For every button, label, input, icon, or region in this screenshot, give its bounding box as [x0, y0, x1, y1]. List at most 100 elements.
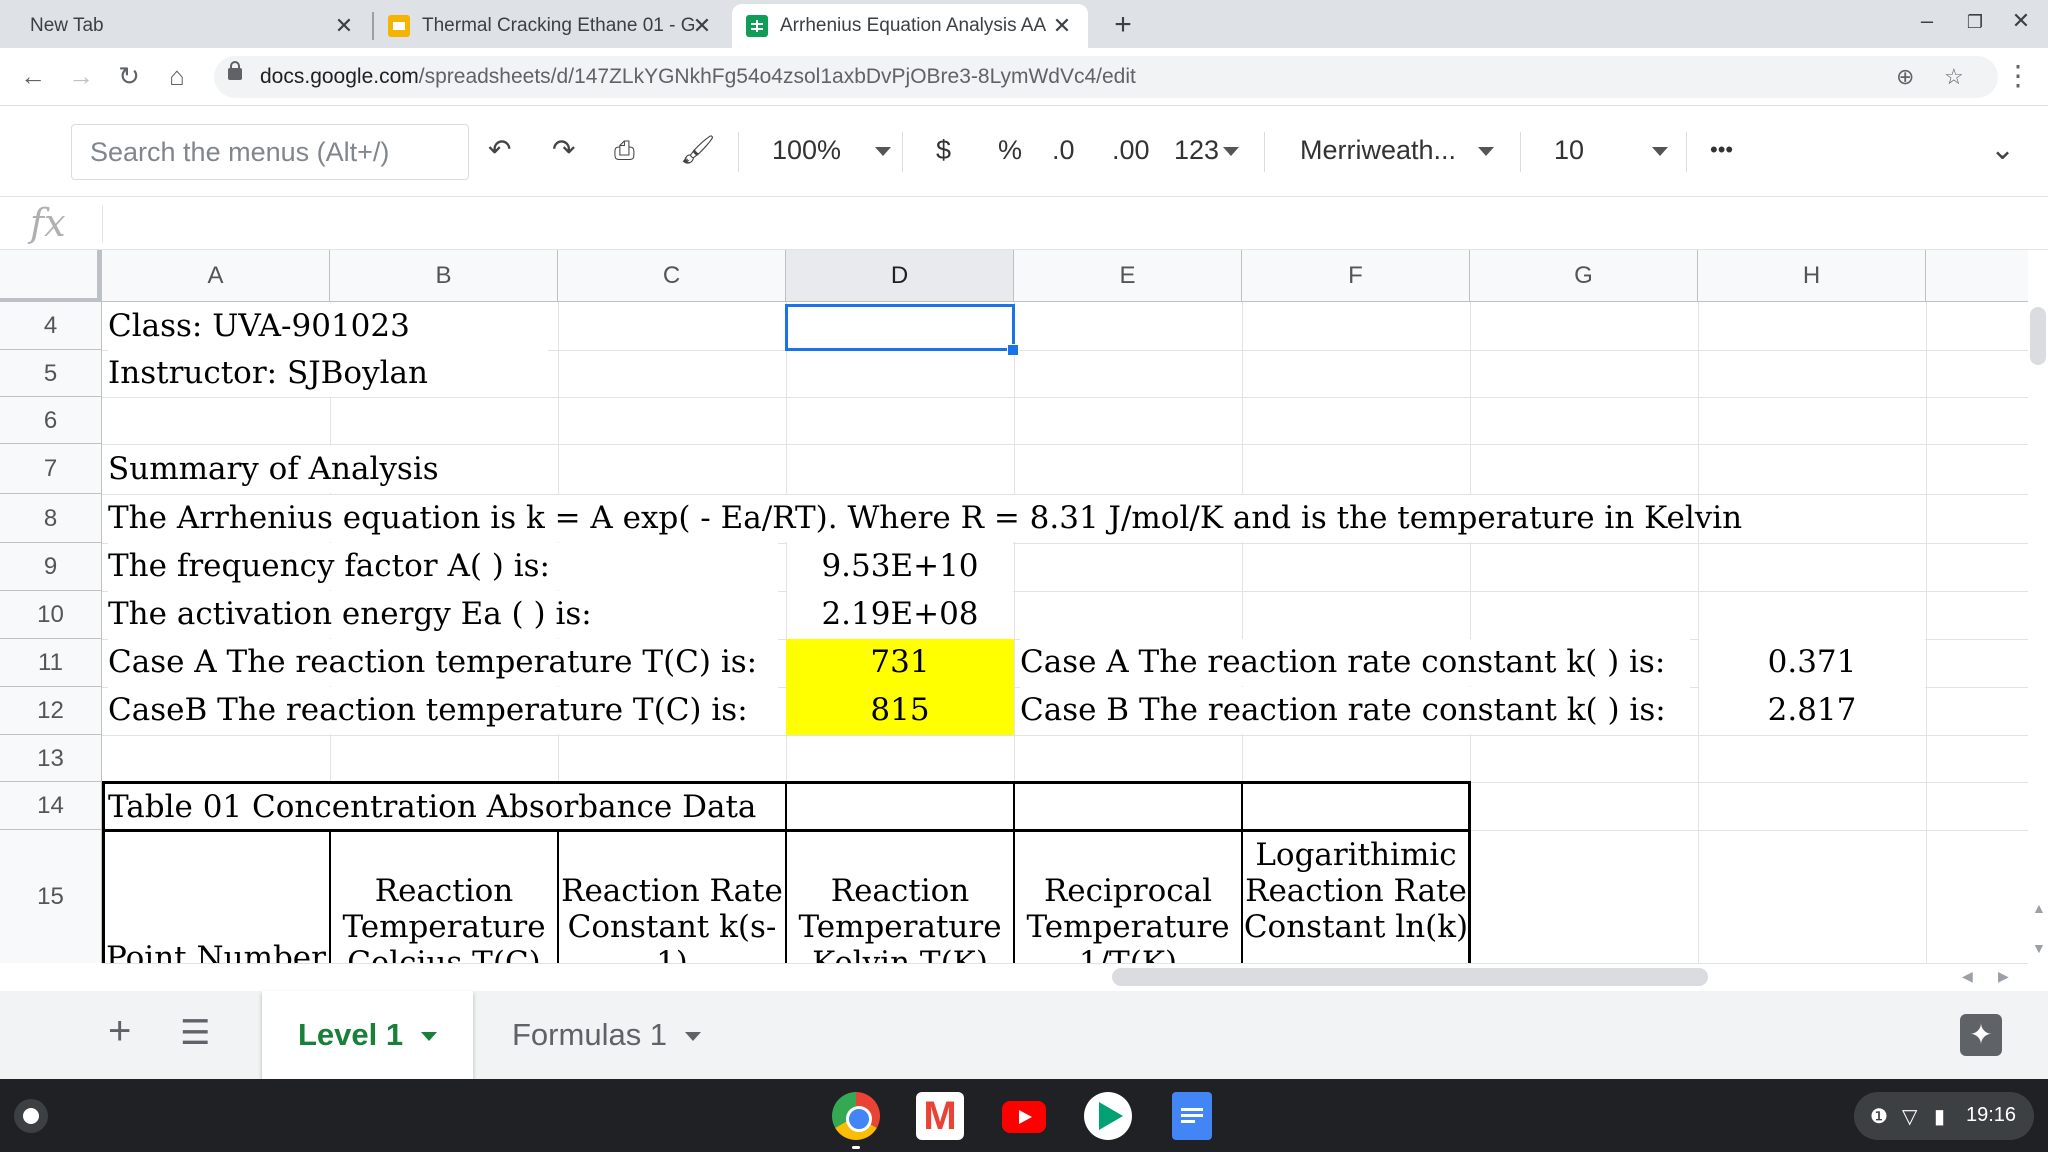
menu-search-input[interactable]: Search the menus (Alt+/): [71, 124, 469, 180]
new-tab-button[interactable]: +: [1108, 8, 1138, 42]
back-icon[interactable]: ←: [18, 61, 48, 91]
cell-d9[interactable]: 9.53E+10: [787, 543, 1013, 590]
more-formats-select[interactable]: 123: [1174, 134, 1240, 166]
home-icon[interactable]: ⌂: [162, 61, 192, 91]
close-icon[interactable]: ✕: [690, 14, 714, 38]
column-header-d[interactable]: D: [786, 250, 1014, 302]
add-sheet-button[interactable]: +: [108, 1009, 131, 1054]
row-header-7[interactable]: 7: [0, 444, 102, 494]
reload-icon[interactable]: ↻: [114, 61, 144, 91]
cell-d11[interactable]: 731: [786, 639, 1014, 687]
scroll-up-icon[interactable]: ▲: [2032, 900, 2046, 916]
undo-icon[interactable]: ↶: [488, 132, 511, 168]
gmail-icon[interactable]: [916, 1092, 964, 1140]
more-toolbar-button[interactable]: •••: [1710, 134, 1733, 166]
tab-thermal-cracking[interactable]: Thermal Cracking Ethane 01 - Go ✕: [376, 4, 728, 48]
cell-a4[interactable]: Class: UVA-901023: [108, 303, 548, 350]
table-header-temp-celcius[interactable]: Reaction Temperature Celcius T(C): [330, 873, 558, 963]
docs-icon[interactable]: [1172, 1092, 1212, 1140]
row-header-13[interactable]: 13: [0, 735, 102, 782]
sheet-tab-formulas-1[interactable]: Formulas 1: [476, 991, 737, 1079]
column-header-g[interactable]: G: [1470, 250, 1698, 302]
redo-icon[interactable]: ↷: [552, 132, 575, 168]
close-window-icon[interactable]: ✕: [2006, 8, 2036, 34]
scroll-down-icon[interactable]: ▼: [2032, 940, 2046, 956]
cell-h12[interactable]: 2.817: [1699, 687, 1925, 734]
increase-decimal-button[interactable]: .00: [1112, 134, 1150, 166]
close-icon[interactable]: ✕: [332, 14, 356, 38]
tab-new-tab[interactable]: New Tab ✕: [0, 4, 370, 48]
cell-d12[interactable]: 815: [786, 687, 1014, 735]
sheet-tab-level-1[interactable]: Level 1: [262, 991, 474, 1079]
active-cell-selection[interactable]: [785, 304, 1015, 351]
paint-format-icon[interactable]: 🖌: [680, 132, 716, 168]
status-tray[interactable]: ❶ ▽ ▮ 19:16: [1854, 1092, 2034, 1140]
horizontal-scroll-thumb[interactable]: [1112, 968, 1708, 986]
cell-e11[interactable]: Case A The reaction rate constant k( ) i…: [1020, 639, 1690, 686]
table-header-temp-kelvin[interactable]: Reaction Temperature Kelvin T(K): [786, 873, 1014, 963]
explore-icon[interactable]: ✦: [1960, 1014, 2002, 1056]
horizontal-scrollbar[interactable]: [102, 963, 2028, 991]
select-all-corner[interactable]: [0, 250, 102, 302]
minimize-icon[interactable]: –: [1912, 8, 1942, 34]
cell-a11[interactable]: Case A The reaction temperature T(C) is:: [108, 639, 778, 686]
percent-button[interactable]: %: [998, 134, 1022, 166]
column-header-e[interactable]: E: [1014, 250, 1242, 302]
cell-a9[interactable]: The frequency factor A( ) is:: [108, 543, 778, 590]
chrome-icon[interactable]: [832, 1092, 880, 1140]
zoom-select[interactable]: 100%: [772, 134, 892, 166]
row-header-14[interactable]: 14: [0, 782, 102, 830]
row-header-5[interactable]: 5: [0, 350, 102, 397]
column-header-a[interactable]: A: [102, 250, 330, 302]
row-header-6[interactable]: 6: [0, 397, 102, 444]
scroll-right-icon[interactable]: ▶: [1998, 968, 2009, 985]
collapse-toolbar-icon[interactable]: ⌄: [1990, 132, 2015, 168]
table-header-rate-constant[interactable]: Reaction Rate Constant k(s-1): [558, 873, 786, 963]
row-header-4[interactable]: 4: [0, 302, 102, 350]
table-header-log-rate-constant[interactable]: Logarithimic Reaction Rate Constant ln(k…: [1242, 837, 1470, 945]
font-select[interactable]: Merriweath...: [1300, 134, 1495, 166]
cell-a8[interactable]: The Arrhenius equation is k = A exp( - E…: [108, 495, 1742, 542]
vertical-scroll-thumb[interactable]: [2030, 307, 2046, 365]
row-header-9[interactable]: 9: [0, 543, 102, 591]
column-header-h[interactable]: H: [1698, 250, 1926, 302]
row-header-10[interactable]: 10: [0, 591, 102, 639]
table-header-reciprocal-temp[interactable]: Reciprocal Temperature 1/T(K): [1014, 873, 1242, 963]
close-icon[interactable]: ✕: [1050, 14, 1074, 38]
tab-arrhenius[interactable]: Arrhenius Equation Analysis AA ✕: [732, 4, 1088, 48]
table-header-point-number[interactable]: Point Number: [102, 940, 330, 963]
cell-a7[interactable]: Summary of Analysis: [108, 446, 548, 493]
row-header-15[interactable]: 15: [0, 830, 102, 963]
youtube-icon[interactable]: [1002, 1101, 1046, 1133]
formula-input[interactable]: [116, 209, 2016, 239]
cell-a10[interactable]: The activation energy Ea ( ) is:: [108, 591, 778, 638]
cell-d10[interactable]: 2.19E+08: [787, 591, 1013, 638]
row-header-8[interactable]: 8: [0, 494, 102, 543]
cell-a12[interactable]: CaseB The reaction temperature T(C) is:: [108, 687, 778, 734]
zoom-icon[interactable]: ⊕: [1896, 64, 1914, 90]
print-icon[interactable]: ⎙: [614, 132, 635, 168]
cell-e12[interactable]: Case B The reaction rate constant k( ) i…: [1020, 687, 1690, 734]
all-sheets-icon[interactable]: ☰: [180, 1013, 210, 1053]
play-store-icon[interactable]: [1084, 1092, 1132, 1140]
cell-h11[interactable]: 0.371: [1699, 639, 1925, 686]
row-header-11[interactable]: 11: [0, 639, 102, 687]
browser-menu-icon[interactable]: ⋮: [2000, 54, 2036, 98]
cell-a5[interactable]: Instructor: SJBoylan: [108, 350, 548, 397]
bookmark-star-icon[interactable]: ☆: [1944, 64, 1964, 90]
row-header-12[interactable]: 12: [0, 687, 102, 735]
column-header-c[interactable]: C: [558, 250, 786, 302]
forward-icon[interactable]: →: [66, 61, 96, 91]
column-header-i[interactable]: [1926, 250, 2028, 302]
restore-icon[interactable]: ❐: [1960, 12, 1990, 33]
address-bar[interactable]: docs.google.com/spreadsheets/d/147ZLkYGN…: [214, 56, 1998, 98]
decrease-decimal-button[interactable]: .0: [1052, 134, 1075, 166]
scroll-left-icon[interactable]: ◀: [1962, 968, 1973, 985]
column-header-f[interactable]: F: [1242, 250, 1470, 302]
fill-handle[interactable]: [1007, 344, 1019, 356]
font-size-select[interactable]: 10: [1554, 134, 1669, 166]
cell-a14[interactable]: Table 01 Concentration Absorbance Data: [108, 784, 778, 831]
currency-button[interactable]: $: [936, 134, 951, 166]
column-header-b[interactable]: B: [330, 250, 558, 302]
launcher-icon[interactable]: [14, 1099, 48, 1133]
